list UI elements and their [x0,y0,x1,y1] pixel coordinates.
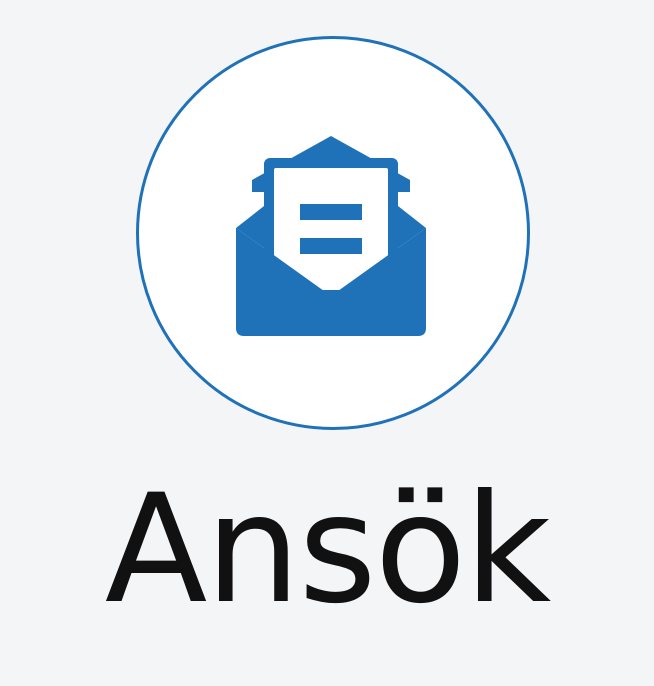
apply-label: Ansök [104,463,551,637]
page: Ansök [0,0,654,686]
apply-button[interactable]: Ansök [0,0,654,686]
envelope-open-icon [236,136,426,336]
